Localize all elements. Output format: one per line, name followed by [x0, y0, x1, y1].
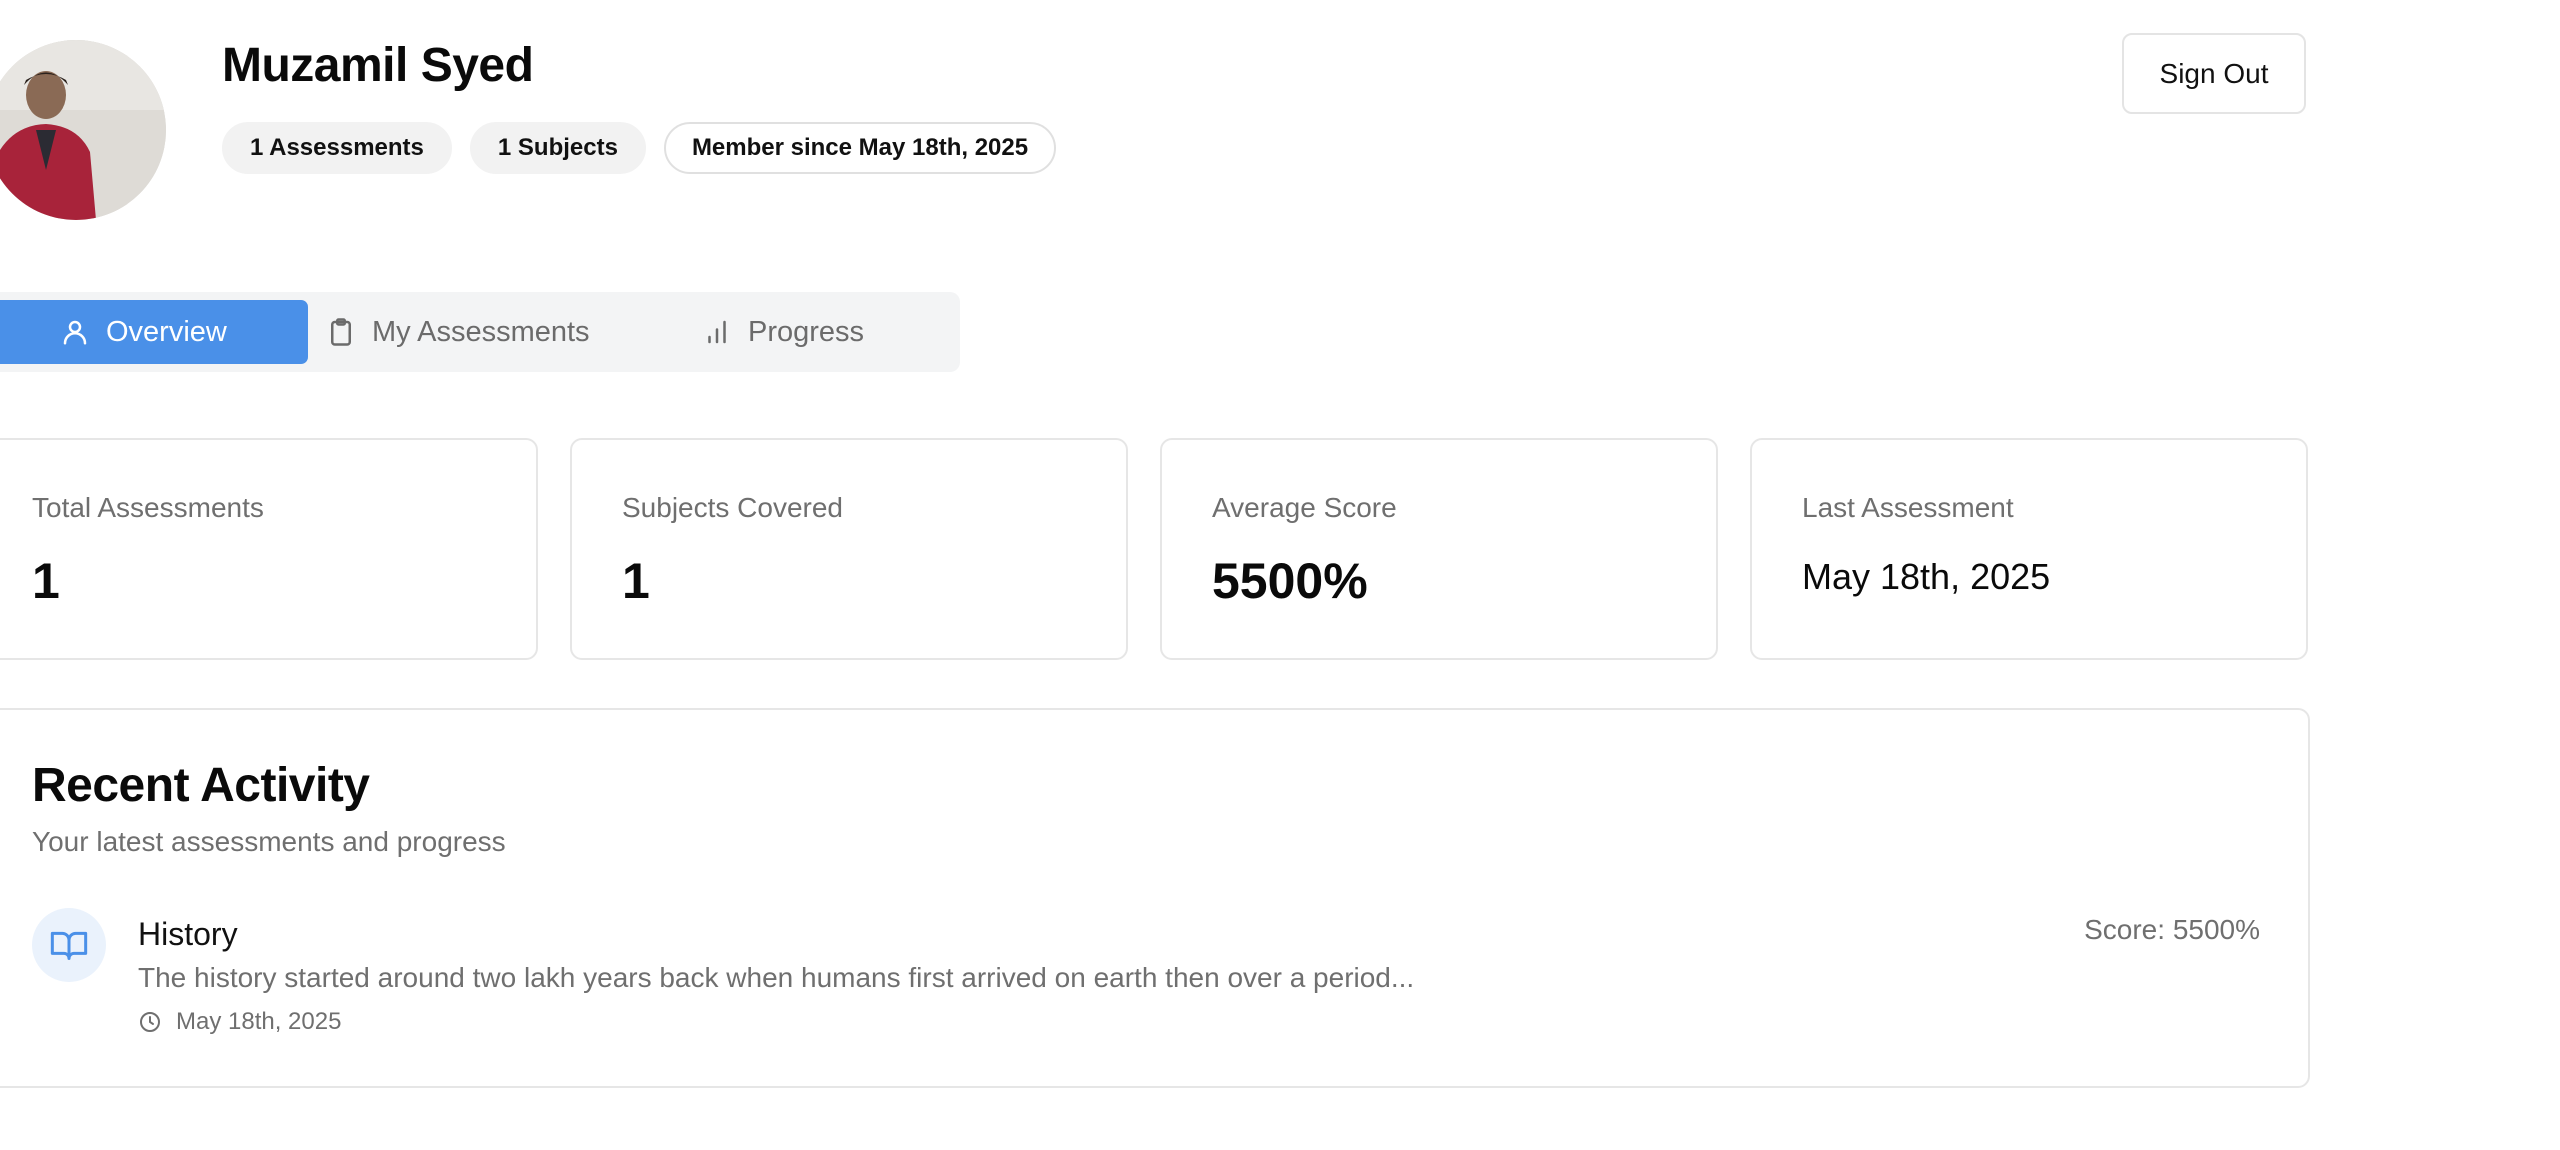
assessments-count-badge: 1 Assessments	[222, 122, 452, 174]
tab-my-assessments[interactable]: My Assessments	[326, 300, 590, 364]
clock-icon	[140, 1012, 160, 1032]
user-icon	[63, 320, 87, 345]
tab-progress-label: Progress	[748, 315, 865, 348]
avatar	[0, 40, 166, 220]
stat-label: Average Score	[1212, 492, 1397, 523]
activity-item-date-row: May 18th, 2025	[138, 1008, 341, 1036]
stat-value: 1	[32, 553, 60, 609]
recent-activity-title: Recent Activity	[32, 759, 370, 812]
sign-out-button[interactable]: Sign Out	[2122, 33, 2306, 114]
stat-card-total-assessments: Total Assessments 1	[0, 438, 538, 660]
recent-activity-card: Recent Activity Your latest assessments …	[0, 708, 2310, 1088]
recent-activity-subtitle: Your latest assessments and progress	[32, 826, 506, 857]
bar-chart-icon	[708, 320, 726, 344]
activity-item-icon-wrap	[32, 908, 106, 982]
stat-value: May 18th, 2025	[1802, 556, 2051, 597]
subjects-count-badge: 1 Subjects	[469, 122, 646, 174]
stat-card-subjects-covered: Subjects Covered 1	[570, 438, 1128, 660]
activity-item-score: Score: 5500%	[2084, 914, 2260, 945]
stat-label: Total Assessments	[32, 492, 264, 523]
profile-tabs: Overview My Assessments Progress	[0, 292, 960, 372]
tab-progress[interactable]: Progress	[702, 300, 864, 364]
profile-badges: 1 Assessments 1 Subjects Member since Ma…	[222, 122, 1057, 174]
tab-overview-label: Overview	[106, 315, 227, 348]
profile-page: Muzamil Syed 1 Assessments 1 Subjects Me…	[0, 0, 2560, 1150]
tab-my-assessments-label: My Assessments	[372, 315, 590, 348]
member-since-badge: Member since May 18th, 2025	[663, 122, 1057, 174]
stat-card-last-assessment: Last Assessment May 18th, 2025	[1750, 438, 2308, 660]
stat-card-average-score: Average Score 5500%	[1160, 438, 1718, 660]
user-name: Muzamil Syed	[222, 39, 534, 92]
stat-label: Last Assessment	[1802, 492, 2014, 523]
activity-item-description: The history started around two lakh year…	[138, 962, 1415, 993]
book-open-icon	[50, 931, 88, 960]
clipboard-icon	[331, 318, 351, 346]
activity-item-date: May 18th, 2025	[176, 1008, 342, 1035]
stat-value: 1	[622, 553, 650, 609]
stat-value: 5500%	[1212, 553, 1368, 609]
stat-label: Subjects Covered	[622, 492, 844, 523]
activity-item-subject: History	[138, 916, 238, 952]
tab-overview[interactable]: Overview	[0, 300, 308, 364]
